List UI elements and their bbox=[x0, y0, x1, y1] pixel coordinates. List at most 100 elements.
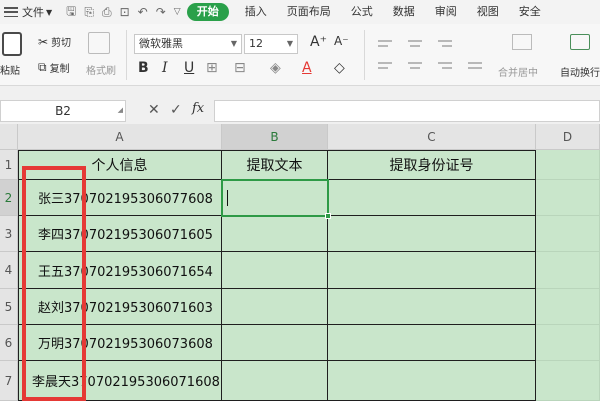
tab-page-layout[interactable]: 页面布局 bbox=[277, 0, 341, 24]
wrap-text-label: 自动换行 bbox=[560, 68, 600, 79]
tab-insert[interactable]: 插入 bbox=[235, 0, 277, 24]
formula-bar: B2 ◢ ✕ ✓ fx bbox=[0, 98, 600, 124]
row-header-7[interactable]: 7 bbox=[0, 361, 18, 401]
tab-data[interactable]: 数据 bbox=[383, 0, 425, 24]
decrease-font-button[interactable]: A⁻ bbox=[334, 34, 349, 48]
paint-bucket-icon[interactable]: ◈ bbox=[270, 58, 281, 78]
active-cell-outline[interactable] bbox=[221, 179, 331, 219]
row-header-1[interactable]: 1 bbox=[0, 150, 18, 180]
underline-button[interactable]: U bbox=[184, 58, 194, 78]
menu-bar: 文件 ▼ 🖫 ⎘ ⎙ ⊡ ↶ ↷ ▽ 开始 插入 页面布局 公式 数据 审阅 视… bbox=[0, 0, 600, 24]
cell-d4[interactable] bbox=[536, 252, 600, 289]
tab-formulas[interactable]: 公式 bbox=[341, 0, 383, 24]
row-header-4[interactable]: 4 bbox=[0, 252, 18, 289]
fill-color-icon[interactable]: ⊟ bbox=[234, 58, 246, 78]
cut-button[interactable]: ✂ 剪切 bbox=[38, 34, 72, 50]
tab-view[interactable]: 视图 bbox=[467, 0, 509, 24]
cell-c7[interactable] bbox=[328, 361, 536, 401]
merge-icon bbox=[512, 34, 532, 50]
merge-center-button[interactable]: 合并居中 bbox=[498, 30, 558, 82]
eraser-icon[interactable]: ◇ bbox=[334, 58, 345, 78]
column-header-b[interactable]: B bbox=[222, 124, 328, 150]
cell-d6[interactable] bbox=[536, 325, 600, 361]
undo-icon[interactable]: ↶ bbox=[138, 5, 148, 19]
font-color-button[interactable]: A bbox=[302, 58, 312, 78]
print-icon[interactable]: ⎙ bbox=[102, 5, 112, 20]
cancel-icon[interactable]: ✕ bbox=[148, 102, 160, 118]
function-icon[interactable]: fx bbox=[192, 101, 204, 116]
font-size-select[interactable]: 12 ▼ bbox=[244, 34, 298, 54]
copy-button[interactable]: ⧉ 复制 bbox=[38, 60, 70, 75]
name-box[interactable]: B2 ◢ bbox=[0, 100, 126, 122]
ribbon-divider bbox=[126, 30, 127, 80]
cut-label: 剪切 bbox=[51, 38, 72, 49]
export-icon[interactable]: ⎘ bbox=[84, 5, 94, 20]
format-painter-icon[interactable] bbox=[88, 32, 110, 54]
copy-label: 复制 bbox=[49, 64, 70, 75]
redo-icon[interactable]: ↷ bbox=[156, 5, 166, 19]
font-name-select[interactable]: 微软雅黑 ▼ bbox=[134, 34, 242, 54]
row-header-3[interactable]: 3 bbox=[0, 216, 18, 252]
border-icon[interactable]: ⊞ bbox=[206, 58, 218, 78]
ribbon-gap bbox=[0, 86, 600, 98]
row-header-6[interactable]: 6 bbox=[0, 325, 18, 361]
scissors-icon: ✂ bbox=[38, 34, 49, 49]
chevron-down-icon: ▼ bbox=[230, 39, 237, 48]
ribbon: 粘贴 ✂ 剪切 ⧉ 复制 格式刷 微软雅黑 ▼ 12 ▼ A⁺ A⁻ B I U… bbox=[0, 24, 600, 86]
copy-icon: ⧉ bbox=[38, 60, 47, 74]
corner-handle-icon: ◢ bbox=[117, 106, 123, 114]
cell-b6[interactable] bbox=[222, 325, 328, 361]
row-header-5[interactable]: 5 bbox=[0, 289, 18, 325]
cell-d3[interactable] bbox=[536, 216, 600, 252]
save-icon[interactable]: 🖫 bbox=[66, 2, 76, 23]
column-header-d[interactable]: D bbox=[536, 124, 600, 150]
tab-security[interactable]: 安全 bbox=[509, 0, 551, 24]
cell-c5[interactable] bbox=[328, 289, 536, 325]
paste-icon[interactable] bbox=[2, 32, 22, 56]
hamburger-menu-icon[interactable] bbox=[4, 6, 18, 18]
font-size-value: 12 bbox=[249, 37, 263, 50]
tab-home[interactable]: 开始 bbox=[186, 3, 229, 21]
file-menu[interactable]: 文件 ▼ bbox=[22, 4, 52, 20]
cell-c1[interactable]: 提取身份证号 bbox=[328, 150, 536, 180]
more-icon[interactable]: ▽ bbox=[174, 7, 181, 17]
bold-button[interactable]: B bbox=[138, 58, 149, 78]
italic-button[interactable]: I bbox=[162, 58, 168, 78]
merge-label: 合并居中 bbox=[498, 68, 538, 79]
cell-d7[interactable] bbox=[536, 361, 600, 401]
check-icon[interactable]: ✓ bbox=[170, 102, 182, 118]
row-header-2[interactable]: 2 bbox=[0, 180, 18, 216]
cell-b5[interactable] bbox=[222, 289, 328, 325]
chevron-down-icon: ▼ bbox=[286, 39, 293, 48]
cell-d2[interactable] bbox=[536, 180, 600, 216]
formula-input[interactable] bbox=[214, 100, 600, 122]
wrap-text-button[interactable]: 自动换行 bbox=[560, 30, 600, 82]
select-all-corner[interactable] bbox=[0, 124, 18, 150]
print-preview-icon[interactable]: ⊡ bbox=[120, 5, 130, 19]
fill-handle[interactable] bbox=[325, 213, 331, 219]
cell-b7[interactable] bbox=[222, 361, 328, 401]
cell-c2[interactable] bbox=[328, 180, 536, 216]
format-painter-label[interactable]: 格式刷 bbox=[86, 62, 116, 77]
paste-button-label[interactable]: 粘贴 bbox=[0, 62, 20, 77]
ribbon-divider bbox=[364, 30, 365, 80]
cell-c3[interactable] bbox=[328, 216, 536, 252]
column-header-c[interactable]: C bbox=[328, 124, 536, 150]
cell-b1[interactable]: 提取文本 bbox=[222, 150, 328, 180]
cell-d1[interactable] bbox=[536, 150, 600, 180]
cell-d5[interactable] bbox=[536, 289, 600, 325]
chevron-down-icon: ▼ bbox=[46, 7, 53, 17]
column-header-a[interactable]: A bbox=[18, 124, 222, 150]
spreadsheet-grid: A B C D 1 2 3 4 5 6 7 个人信息 提取文本 提取身份证号 张… bbox=[0, 124, 600, 401]
cell-c4[interactable] bbox=[328, 252, 536, 289]
file-menu-label: 文件 bbox=[22, 6, 44, 19]
increase-font-button[interactable]: A⁺ bbox=[310, 34, 327, 50]
cell-c6[interactable] bbox=[328, 325, 536, 361]
highlight-annotation-box bbox=[22, 166, 86, 401]
cell-b4[interactable] bbox=[222, 252, 328, 289]
alignment-buttons[interactable] bbox=[374, 36, 484, 76]
quick-access-toolbar: 🖫 ⎘ ⎙ ⊡ ↶ ↷ ▽ bbox=[66, 2, 181, 23]
tab-review[interactable]: 审阅 bbox=[425, 0, 467, 24]
name-box-value: B2 bbox=[55, 104, 71, 118]
cell-b3[interactable] bbox=[222, 216, 328, 252]
